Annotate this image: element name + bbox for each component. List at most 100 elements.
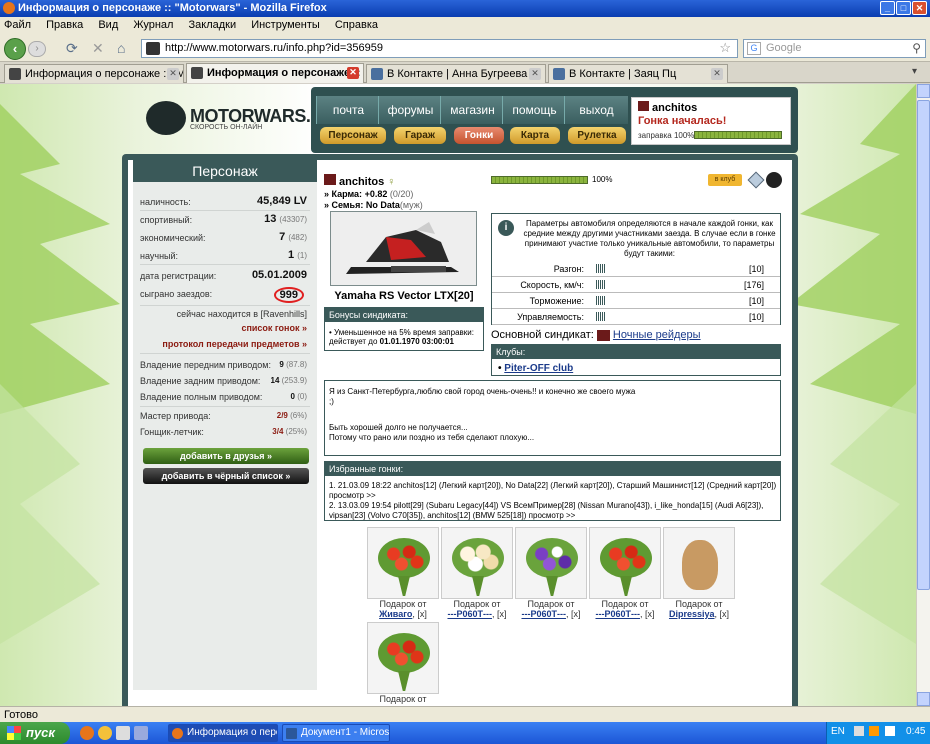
fav-race-1[interactable]: 1. 21.03.09 18:22 anchitos[12] (Легкий к… [329,481,777,501]
star-icon[interactable]: ☆ [719,40,731,56]
tray-icon[interactable] [869,726,880,737]
clock[interactable]: 0:45 [906,726,925,737]
home-icon[interactable]: ⌂ [117,40,125,56]
param-label: Торможение: [529,296,584,306]
nav-mail[interactable]: почта [316,96,380,124]
karma-value: +0.82 [364,189,388,199]
nav-help[interactable]: помощь [502,96,566,124]
fav-race-2[interactable]: 2. 13.03.09 19:54 pilott[29] (Subaru Leg… [329,501,777,521]
tab-2[interactable]: Информация о персонаже :: "M...✕ [186,63,364,83]
tab-favicon [371,68,383,80]
scroll-down-button[interactable] [917,692,930,706]
btn-character[interactable]: Персонаж [320,127,386,144]
maximize-button[interactable]: □ [896,1,911,15]
status-text: Готово [4,709,38,721]
address-bar[interactable]: http://www.motorwars.ru/info.php?id=3569… [141,39,738,58]
add-blacklist-button[interactable]: добавить в чёрный список » [143,468,309,484]
stop-icon[interactable]: ✕ [92,40,104,57]
forward-button[interactable]: › [28,41,46,57]
language-indicator[interactable]: EN [831,726,845,737]
gift-from[interactable]: ---Р060Т--- [595,609,640,619]
gift-item[interactable]: Подарок от Живаго, [x] [367,527,439,619]
param-braking: Торможение: [10] [492,293,780,309]
tab-label: Информация о персонаже :: "Motorw... [25,68,183,80]
protocol-link[interactable]: протокол передачи предметов » [140,339,310,349]
gift-item[interactable]: Подарок от ---Р060Т---, [x] [589,527,661,619]
menu-file[interactable]: Файл [4,19,31,31]
add-friend-button[interactable]: добавить в друзья » [143,448,309,464]
tab-4[interactable]: В Контакте | Заяц Пц ✕ [548,64,728,83]
btn-races[interactable]: Гонки [454,127,504,144]
menu-history[interactable]: Журнал [133,19,173,31]
gift-remove[interactable]: [x] [497,609,507,619]
stat-extra: (43307) [279,215,307,224]
vertical-scrollbar[interactable] [916,84,930,706]
race-list-link[interactable]: список гонок » [140,323,310,333]
menu-view[interactable]: Вид [98,19,118,31]
gift-item[interactable]: Подарок от [367,622,439,704]
bonus-date: 01.01.1970 03:00:01 [379,337,454,346]
gift-remove[interactable]: [x] [720,609,730,619]
gift-remove[interactable]: [x] [417,609,427,619]
gift-remove[interactable]: [x] [571,609,581,619]
minimize-button[interactable]: _ [880,1,895,15]
race-status[interactable]: Гонка началась! [638,115,784,127]
taskbar-item-firefox[interactable]: Информация о персо... [168,724,278,742]
syndicate-link[interactable]: Ночные рейдеры [613,329,701,341]
gift-item[interactable]: Подарок от ---Р060Т---, [x] [515,527,587,619]
volume-icon[interactable] [885,726,896,737]
media-quicklaunch-icon[interactable] [134,726,148,740]
gift-remove[interactable]: [x] [645,609,655,619]
gift-item[interactable]: Подарок от Dipressiya, [x] [663,527,735,619]
gift-from[interactable]: Живаго [379,609,412,619]
firefox-quicklaunch-icon[interactable] [80,726,94,740]
search-icon[interactable]: ⚲ [912,41,921,55]
vehicle-image[interactable] [330,211,477,286]
close-tab-icon[interactable]: ✕ [529,68,541,80]
stat-economic: экономический: 7 (482) [140,231,310,243]
tray-icon[interactable] [853,726,864,737]
tab-1[interactable]: Информация о персонаже :: "Motorw...✕ [4,64,184,83]
profile-name[interactable]: anchitos [339,176,384,188]
reload-icon[interactable]: ⟳ [66,40,78,57]
vehicle-name[interactable]: Yamaha RS Vector LTX[20] [324,290,484,302]
skill-value: 2/9 (6%) [277,411,307,420]
nav-forums[interactable]: форумы [378,96,442,124]
back-button[interactable]: ‹ [4,38,26,60]
nav-shop[interactable]: магазин [440,96,504,124]
search-bar[interactable]: G Google ⚲ [743,39,926,58]
scroll-up-button[interactable] [917,84,930,98]
btn-garage[interactable]: Гараж [394,127,446,144]
club-link[interactable]: Piter-OFF club [504,363,573,374]
btn-map[interactable]: Карта [510,127,560,144]
gift-from[interactable]: ---Р060Т--- [447,609,492,619]
menu-help[interactable]: Справка [335,19,378,31]
menu-tools[interactable]: Инструменты [251,19,320,31]
menu-edit[interactable]: Правка [46,19,83,31]
close-tab-icon[interactable]: ✕ [711,68,723,80]
scroll-thumb[interactable] [917,100,930,590]
explorer-quicklaunch-icon[interactable] [116,726,130,740]
word-icon [286,728,297,739]
close-tab-icon[interactable]: ✕ [167,68,179,80]
nav-exit[interactable]: выход [564,96,628,124]
gift-label: Подарок от [453,599,501,609]
motorwars-logo-icon[interactable] [146,101,186,135]
close-button[interactable]: ✕ [912,1,927,15]
param-label: Разгон: [553,264,584,274]
start-button[interactable]: пуск [0,722,70,744]
gift-from[interactable]: ---Р060Т--- [521,609,566,619]
gift-item[interactable]: Подарок от ---Р060Т---, [x] [441,527,513,619]
tab-3[interactable]: В Контакте | Анна Бугреева ✕ [366,64,546,83]
btn-roulette[interactable]: Рулетка [568,127,626,144]
stat-number: 1 [288,249,295,261]
club-badge[interactable]: в клуб [708,174,742,186]
family-value[interactable]: No Data [366,200,400,210]
close-tab-icon[interactable]: ✕ [347,67,359,79]
taskbar-item-word[interactable]: Документ1 - Microso... [282,724,390,742]
tab-list-icon[interactable]: ▾ [912,66,917,77]
gift-from[interactable]: Dipressiya [669,609,715,619]
opera-quicklaunch-icon[interactable] [98,726,112,740]
menu-bookmarks[interactable]: Закладки [189,19,237,31]
user-name[interactable]: anchitos [652,102,697,114]
